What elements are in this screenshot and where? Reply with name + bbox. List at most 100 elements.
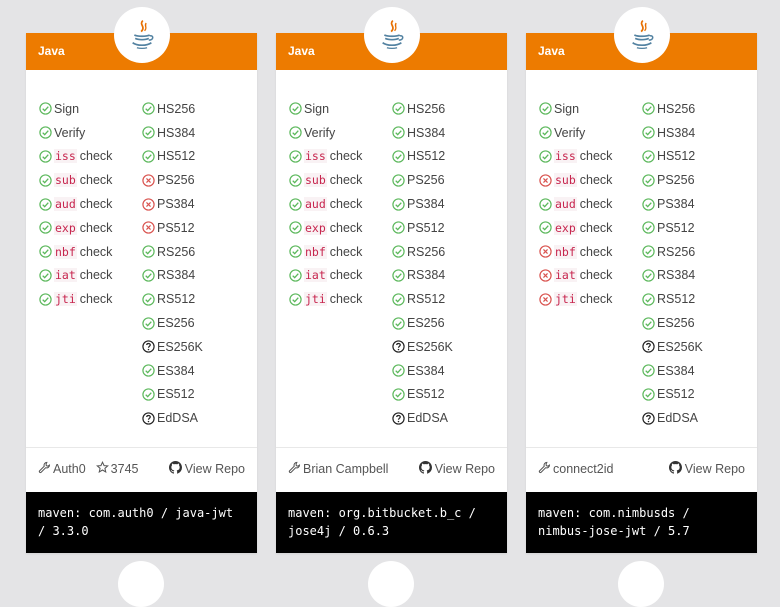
library-card: Java Sign Verify iss check sub check aud check ex…: [26, 7, 257, 553]
check-circle-icon: [539, 102, 552, 116]
check-item: iat check: [289, 264, 362, 288]
algorithm-label: ES384: [657, 363, 695, 378]
java-logo-icon: [363, 7, 420, 63]
claim-code: aud: [304, 197, 327, 212]
check-circle-icon: [642, 269, 655, 282]
algorithm-label: RS512: [657, 292, 696, 307]
check-label: check: [579, 220, 613, 235]
claim-code: nbf: [54, 244, 77, 259]
check-circle-icon: [39, 221, 52, 235]
algorithm-label: RS384: [157, 268, 196, 283]
algorithm-item: HS512: [392, 145, 453, 169]
check-circle-icon: [642, 197, 655, 211]
card-divider: [26, 447, 257, 448]
claim-code: jti: [304, 292, 327, 307]
check-circle-icon: [392, 221, 405, 235]
algorithm-label: ES384: [407, 363, 445, 378]
check-circle-icon: [392, 364, 405, 377]
claim-code: jti: [54, 292, 77, 307]
check-label: check: [79, 173, 113, 188]
algorithm-label: ES384: [157, 363, 195, 378]
check-item: aud check: [39, 192, 112, 216]
question-circle-icon: [392, 340, 405, 354]
algorithm-label: HS512: [407, 149, 446, 164]
algorithm-label: HS384: [657, 125, 696, 140]
check-circle-icon: [642, 293, 655, 306]
check-circle-icon: [392, 293, 405, 306]
algorithm-label: PS384: [407, 197, 445, 212]
author: Auth0: [38, 461, 86, 477]
check-label: Verify: [554, 125, 586, 140]
algorithm-label: HS256: [157, 101, 196, 116]
algorithm-label: RS384: [657, 268, 696, 283]
check-circle-icon: [39, 269, 52, 282]
check-item: nbf check: [539, 240, 612, 264]
algorithm-label: HS384: [407, 125, 446, 140]
algorithm-item: ES512: [392, 383, 453, 407]
card-footer: Auth0 3745 View Repo: [38, 460, 245, 478]
algorithm-label: RS384: [407, 268, 446, 283]
check-item: jti check: [539, 287, 612, 311]
claim-code: sub: [554, 173, 577, 188]
algorithm-item: HS512: [642, 145, 703, 169]
check-circle-icon: [642, 245, 655, 258]
check-item: sub check: [289, 168, 362, 192]
question-circle-icon: [642, 340, 655, 354]
check-item: exp check: [289, 216, 362, 240]
claim-code: iss: [304, 149, 327, 164]
x-circle-icon: [142, 174, 155, 187]
claim-code: jti: [554, 292, 577, 307]
check-item: exp check: [539, 216, 612, 240]
check-item: sub check: [539, 168, 612, 192]
check-label: check: [329, 149, 363, 164]
algorithms-list: HS256 HS384 HS512 PS256 PS384 PS512 RS256 RS384…: [392, 97, 453, 430]
check-circle-icon: [142, 150, 155, 163]
algorithm-item: EdDSA: [142, 406, 203, 430]
check-circle-icon: [39, 197, 52, 211]
algorithm-item: PS256: [142, 168, 203, 192]
view-repo-link[interactable]: View Repo: [418, 461, 495, 477]
author: Brian Campbell: [288, 461, 388, 477]
stars: 3745: [95, 460, 138, 477]
check-circle-icon: [642, 150, 655, 163]
check-circle-icon: [289, 269, 302, 282]
check-circle-icon: [142, 102, 155, 116]
view-repo-label: View Repo: [684, 462, 745, 476]
check-circle-icon: [392, 150, 405, 163]
check-circle-icon: [392, 316, 405, 330]
check-label: check: [79, 149, 113, 164]
star-icon: [95, 460, 111, 477]
check-label: check: [79, 292, 113, 307]
x-circle-icon: [142, 197, 155, 211]
check-item: Verify: [39, 121, 112, 145]
algorithm-item: ES256: [392, 311, 453, 335]
check-label: Sign: [554, 101, 580, 116]
algorithm-item: PS256: [642, 168, 703, 192]
view-repo-link[interactable]: View Repo: [168, 461, 245, 477]
view-repo-link[interactable]: View Repo: [668, 461, 745, 477]
claim-code: iat: [304, 268, 327, 283]
author-name: Auth0: [53, 462, 86, 476]
algorithm-label: PS512: [157, 220, 195, 235]
algorithm-item: EdDSA: [642, 406, 703, 430]
check-circle-icon: [539, 221, 552, 235]
check-label: check: [329, 220, 363, 235]
algorithm-item: RS256: [392, 240, 453, 264]
library-card: Java Sign Verify iss check sub check aud check ex…: [526, 7, 757, 553]
check-item: exp check: [39, 216, 112, 240]
check-item: iat check: [539, 264, 612, 288]
check-item: jti check: [39, 287, 112, 311]
algorithm-item: PS384: [142, 192, 203, 216]
algorithm-item: RS512: [392, 287, 453, 311]
check-circle-icon: [289, 197, 302, 211]
check-circle-icon: [289, 245, 302, 258]
check-label: Verify: [54, 125, 86, 140]
view-repo-label: View Repo: [184, 462, 245, 476]
algorithm-label: RS512: [407, 292, 446, 307]
algorithm-item: HS384: [642, 121, 703, 145]
check-label: check: [329, 173, 363, 188]
check-circle-icon: [642, 126, 655, 139]
library-card: Java Sign Verify iss check sub check aud check ex…: [276, 7, 507, 553]
check-circle-icon: [142, 269, 155, 282]
algorithm-item: HS384: [142, 121, 203, 145]
